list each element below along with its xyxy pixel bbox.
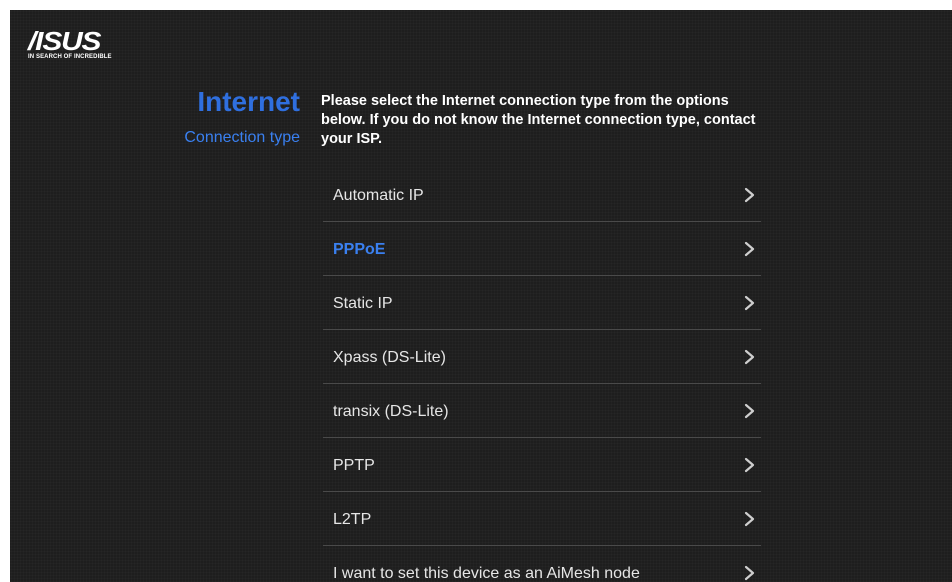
option-pppoe[interactable]: PPPoE (323, 222, 761, 276)
chevron-right-icon (744, 187, 755, 203)
chevron-right-icon (744, 295, 755, 311)
page-subtitle: Connection type (184, 129, 300, 146)
option-label: PPTP (333, 457, 375, 474)
chevron-right-icon (744, 511, 755, 527)
logo-wordmark: /ISUS (28, 26, 102, 56)
option-label: I want to set this device as an AiMesh n… (333, 565, 640, 582)
option-label: Automatic IP (333, 187, 424, 204)
option-label: PPPoE (333, 241, 386, 258)
chevron-right-icon (744, 403, 755, 419)
instructions-text: Please select the Internet connection ty… (321, 93, 756, 147)
chevron-right-icon (744, 349, 755, 365)
option-label: Static IP (333, 295, 393, 312)
option-aimesh-node[interactable]: I want to set this device as an AiMesh n… (323, 546, 761, 582)
chevron-right-icon (744, 457, 755, 473)
option-label: transix (DS-Lite) (333, 403, 449, 420)
option-static-ip[interactable]: Static IP (323, 276, 761, 330)
option-label: Xpass (DS-Lite) (333, 349, 446, 366)
connection-type-list: Automatic IP PPPoE Static IP Xpass (DS-L… (323, 168, 761, 582)
option-automatic-ip[interactable]: Automatic IP (323, 168, 761, 222)
page-title: Internet (197, 86, 300, 117)
chevron-right-icon (744, 241, 755, 257)
option-transix-ds-lite[interactable]: transix (DS-Lite) (323, 384, 761, 438)
asus-logo: /ISUS IN SEARCH OF INCREDIBLE (28, 28, 118, 62)
option-pptp[interactable]: PPTP (323, 438, 761, 492)
chevron-right-icon (744, 565, 755, 581)
option-xpass-ds-lite[interactable]: Xpass (DS-Lite) (323, 330, 761, 384)
option-label: L2TP (333, 511, 372, 528)
option-l2tp[interactable]: L2TP (323, 492, 761, 546)
setup-panel: /ISUS IN SEARCH OF INCREDIBLE Internet C… (10, 10, 952, 582)
